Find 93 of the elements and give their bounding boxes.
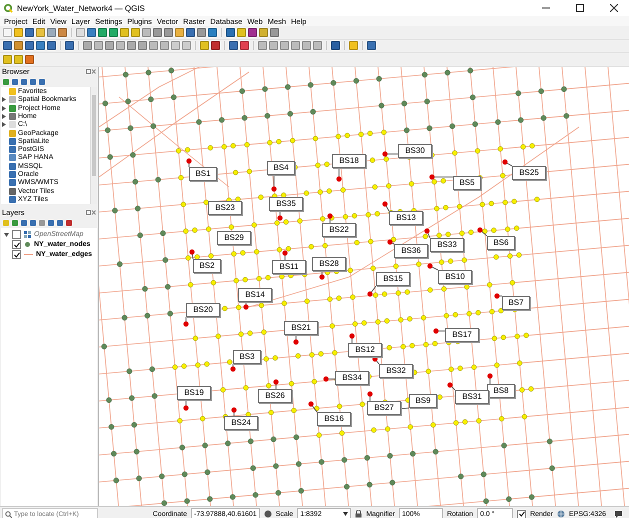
leader-line — [310, 403, 318, 412]
leader-line — [326, 378, 336, 379]
point-marker — [427, 262, 433, 268]
point-marker — [336, 176, 342, 182]
point-marker — [387, 238, 393, 244]
point-marker — [282, 250, 288, 256]
line-symbol-icon — [24, 253, 33, 256]
point-marker — [243, 304, 249, 310]
station-label: BS36 — [394, 244, 428, 258]
collapse-arrow-icon[interactable] — [4, 232, 8, 236]
point-marker — [494, 292, 500, 298]
point-marker — [230, 366, 236, 372]
station-label: BS17 — [445, 328, 479, 342]
leader-line — [370, 285, 376, 294]
point-symbol-icon — [24, 241, 31, 248]
float-close-icon[interactable] — [86, 68, 96, 74]
station-label: BS24 — [224, 416, 258, 430]
station-label: BS34 — [335, 370, 369, 384]
station-label: BS3 — [233, 350, 261, 364]
station-label: BS28 — [312, 256, 346, 270]
app-logo-icon — [4, 4, 13, 12]
leader-line — [432, 176, 454, 177]
station-label: BS1 — [189, 166, 217, 180]
leader-line — [480, 229, 488, 236]
station-label: BS20 — [186, 302, 220, 316]
message-icon[interactable] — [614, 510, 623, 518]
station-label: BS11 — [272, 260, 306, 274]
station-label: BS18 — [332, 154, 366, 168]
point-marker — [433, 328, 439, 334]
station-label: BS16 — [317, 412, 351, 426]
dropdown-arrow-icon[interactable] — [343, 512, 348, 516]
window-title: NewYork_Water_Network4 — QGIS — [17, 4, 146, 12]
map-canvas[interactable]: BS1 BS4 BS18 BS30 BS5 BS25 BS23 BS35 BS13 BS22 BS33 BS6 BS29 BS36 BS2 BS11 BS28 BS15 BS10 BS14 BS7 BS20 BS21 BS17 BS12 BS3 BS32 BS34 BS19 BS26 BS8 BS31 BS27 BS9 BS24 BS16 — [99, 66, 629, 506]
point-marker — [273, 378, 279, 384]
point-marker — [382, 150, 388, 156]
station-label: BS10 — [438, 270, 472, 284]
render-checkbox[interactable] — [517, 510, 526, 518]
point-marker — [308, 400, 314, 406]
globe-icon[interactable] — [557, 510, 566, 518]
point-marker — [319, 274, 325, 280]
station-label: BS4 — [267, 160, 295, 174]
point-marker — [349, 332, 355, 338]
point-marker — [327, 212, 333, 218]
point-marker — [477, 226, 483, 232]
float-close-icon[interactable] — [86, 210, 96, 216]
station-label: BS22 — [322, 222, 356, 236]
station-label: BS7 — [502, 296, 530, 310]
station-label: BS2 — [193, 258, 221, 272]
layer-checkbox[interactable] — [12, 240, 21, 249]
search-icon — [5, 510, 12, 518]
point-marker — [367, 390, 373, 396]
point-marker — [183, 320, 189, 326]
layer-checkbox[interactable] — [12, 250, 21, 259]
point-marker — [429, 174, 435, 180]
point-marker — [183, 404, 189, 410]
station-label: BS25 — [512, 166, 546, 180]
station-label: BS15 — [376, 272, 410, 286]
station-label: BS6 — [487, 236, 515, 250]
station-label: BS13 — [389, 210, 423, 224]
station-label: BS26 — [258, 388, 292, 402]
point-marker — [487, 372, 493, 378]
point-marker — [323, 376, 329, 382]
station-label: BS19 — [177, 386, 211, 400]
leader-line — [384, 153, 398, 154]
station-label: BS8 — [487, 384, 515, 398]
station-label: BS14 — [238, 288, 272, 302]
station-label: BS33 — [430, 238, 464, 252]
station-label: BS29 — [217, 230, 251, 244]
station-label: BS32 — [379, 364, 413, 378]
station-label: BS31 — [455, 390, 489, 404]
point-marker — [424, 228, 430, 234]
point-marker — [271, 186, 277, 192]
station-label: BS23 — [208, 200, 242, 214]
station-label: BS5 — [453, 176, 481, 190]
layer-checkbox[interactable] — [12, 230, 21, 239]
station-label: BS21 — [284, 320, 318, 334]
lock-icon[interactable] — [355, 510, 362, 518]
station-label: BS27 — [367, 400, 401, 414]
point-marker — [186, 158, 192, 164]
station-label: BS35 — [269, 196, 303, 210]
station-label: BS30 — [398, 144, 432, 158]
point-marker — [231, 406, 237, 412]
tile-layer-icon — [24, 231, 31, 238]
point-marker — [277, 214, 283, 220]
leader-line — [436, 330, 446, 331]
point-marker — [447, 382, 453, 388]
point-marker — [502, 158, 508, 164]
point-marker — [293, 338, 299, 344]
station-label: BS9 — [409, 394, 437, 408]
point-marker — [189, 248, 195, 254]
point-marker — [367, 290, 373, 296]
point-marker — [382, 200, 388, 206]
station-label: BS12 — [348, 342, 382, 356]
